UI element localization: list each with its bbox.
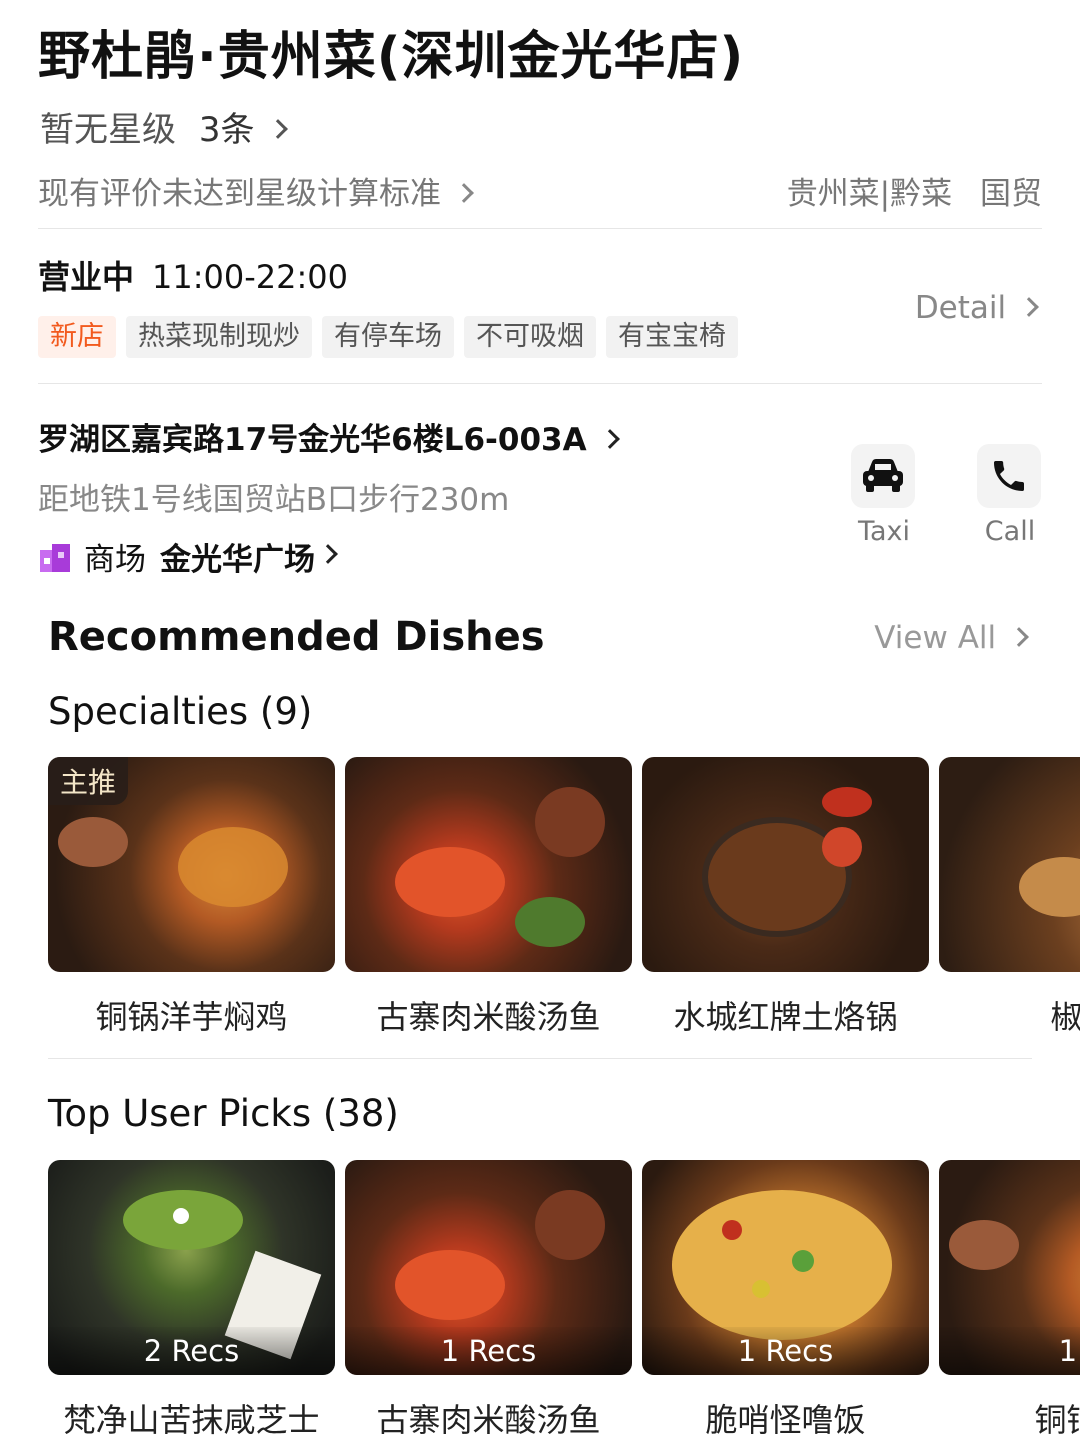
chevron-right-icon: [1009, 626, 1029, 647]
dish-card[interactable]: 1 R 铜锅洋: [939, 1160, 1080, 1440]
category-cuisine: 贵州菜|黔菜: [786, 176, 953, 212]
metro-distance: 距地铁1号线国贸站B口步行230m: [38, 482, 510, 518]
mall-link[interactable]: 商场 金光华广场: [38, 534, 338, 579]
detail-label: Detail: [914, 290, 1007, 326]
call-button[interactable]: Call: [977, 444, 1043, 547]
chevron-right-icon: [453, 182, 474, 203]
dish-photo: 2 Recs: [48, 1160, 335, 1375]
chevron-right-icon: [318, 543, 338, 564]
top-picks-row[interactable]: 2 Recs 梵净山苦抹咸芝士 1 Recs 古寨肉米酸汤鱼 1 Recs 脆哨…: [48, 1160, 1080, 1440]
address-text: 罗湖区嘉宾路17号金光华6楼L6-003A: [38, 422, 587, 458]
detail-link[interactable]: Detail: [914, 290, 1039, 326]
dish-name: 铜锅洋芋焖鸡: [95, 998, 288, 1036]
dish-photo: 1 R: [939, 1160, 1080, 1375]
call-label: Call: [984, 516, 1036, 547]
dish-card[interactable]: 主推 铜锅洋芋焖鸡: [48, 757, 335, 1038]
car-icon: [851, 444, 915, 508]
address-link[interactable]: 罗湖区嘉宾路17号金光华6楼L6-003A: [38, 414, 621, 459]
review-count: 3条: [198, 110, 255, 150]
facility-tags: 新店 热菜现制现炒 有停车场 不可吸烟 有宝宝椅: [38, 316, 738, 358]
dish-card[interactable]: 1 Recs 脆哨怪噜饭: [642, 1160, 929, 1440]
dish-card[interactable]: 水城红牌土烙锅: [642, 757, 929, 1038]
tag-no-smoking: 不可吸烟: [464, 316, 596, 358]
phone-icon: [977, 444, 1041, 508]
dish-photo: [642, 757, 929, 972]
view-all-link[interactable]: View All: [874, 620, 1029, 656]
chevron-right-icon: [600, 428, 621, 449]
divider: [38, 383, 1042, 384]
recs-count: 2 Recs: [48, 1327, 335, 1375]
dish-name: 脆哨怪噜饭: [705, 1401, 866, 1439]
featured-badge: 主推: [48, 757, 129, 805]
dish-photo: 1 Recs: [642, 1160, 929, 1375]
tag-parking: 有停车场: [322, 316, 454, 358]
category-area: 国贸: [980, 176, 1042, 212]
dish-photo: 1 Recs: [345, 1160, 632, 1375]
chevron-right-icon: [268, 118, 289, 139]
tag-fresh-cooking: 热菜现制现炒: [126, 316, 312, 358]
recs-count: 1 R: [939, 1327, 1080, 1375]
mall-name: 金光华广场: [160, 542, 315, 578]
taxi-label: Taxi: [857, 516, 911, 547]
dish-name: 古寨肉米酸汤鱼: [376, 1401, 601, 1439]
dish-card[interactable]: 2 Recs 梵净山苦抹咸芝士: [48, 1160, 335, 1440]
rating-text: 暂无星级: [40, 110, 176, 150]
restaurant-title: 野杜鹃·贵州菜(深圳金光华店): [38, 27, 745, 87]
open-time: 11:00-22:00: [152, 258, 348, 296]
specialties-title: Specialties (9): [48, 690, 313, 733]
dish-name: 水城红牌土烙锅: [673, 998, 898, 1036]
chevron-right-icon: [1019, 296, 1039, 317]
dish-card[interactable]: 1 Recs 古寨肉米酸汤鱼: [345, 1160, 632, 1440]
divider: [38, 228, 1042, 229]
dish-name: 梵净山苦抹咸芝士: [63, 1401, 320, 1439]
rating-standard-link[interactable]: 现有评价未达到星级计算标准: [38, 168, 474, 213]
divider: [48, 1058, 1032, 1059]
dish-photo: 主推: [48, 757, 335, 972]
dish-card[interactable]: 古寨肉米酸汤鱼: [345, 757, 632, 1038]
mall-label: 商场: [84, 542, 146, 578]
open-status: 营业中: [38, 258, 135, 296]
tag-new-store: 新店: [38, 316, 116, 358]
dish-card[interactable]: 椒麻: [939, 757, 1080, 1038]
recs-count: 1 Recs: [345, 1327, 632, 1375]
business-hours: 营业中 11:00-22:00: [38, 252, 348, 298]
taxi-button[interactable]: Taxi: [851, 444, 917, 547]
specialties-row[interactable]: 主推 铜锅洋芋焖鸡 古寨肉米酸汤鱼 水城红牌土烙锅 椒麻: [48, 757, 1080, 1057]
rating-row[interactable]: 暂无星级 3条: [40, 102, 289, 151]
view-all-label: View All: [874, 620, 997, 656]
dish-name: 铜锅洋: [1034, 1401, 1080, 1439]
dish-name: 古寨肉米酸汤鱼: [376, 998, 601, 1036]
dish-name: 椒麻: [1050, 998, 1080, 1036]
dish-photo: [345, 757, 632, 972]
rating-standard-text: 现有评价未达到星级计算标准: [38, 176, 441, 212]
tag-baby-chair: 有宝宝椅: [606, 316, 738, 358]
category-tags: 贵州菜|黔菜 国贸: [787, 168, 1042, 213]
mall-icon: [38, 540, 72, 574]
top-picks-title: Top User Picks (38): [48, 1092, 399, 1135]
recs-count: 1 Recs: [642, 1327, 929, 1375]
recommended-title: Recommended Dishes: [48, 614, 545, 660]
dish-photo: [939, 757, 1080, 972]
